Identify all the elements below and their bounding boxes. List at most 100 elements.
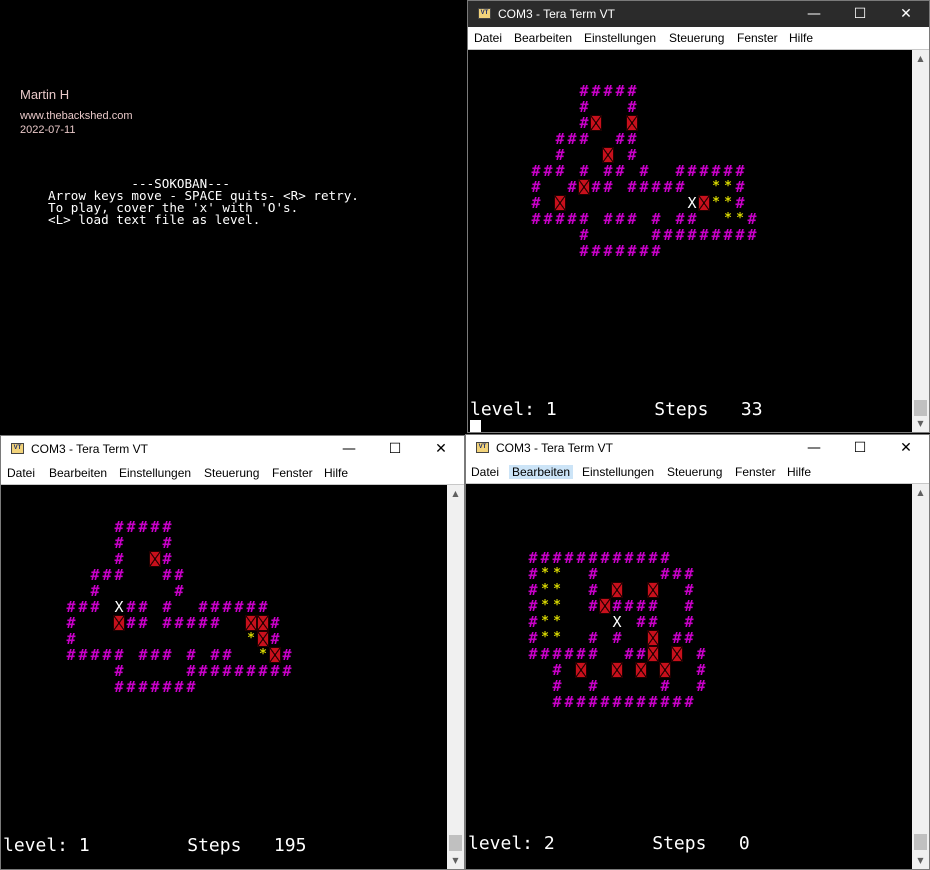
- wall-tile: #: [663, 178, 673, 196]
- minimize-button[interactable]: —: [326, 436, 372, 462]
- menu-einstellungen[interactable]: Einstellungen: [584, 31, 656, 45]
- scroll-up-arrow-icon[interactable]: ▲: [912, 484, 929, 501]
- menu-bearbeiten[interactable]: Bearbeiten: [509, 465, 574, 479]
- menu-hilfe[interactable]: Hilfe: [324, 466, 348, 480]
- wall-tile: #: [567, 178, 577, 196]
- wall-tile: #: [579, 82, 589, 100]
- wall-tile: #: [687, 210, 697, 228]
- wall-tile: #: [222, 662, 232, 680]
- terminal-screen[interactable]: # # # # # # # # # # # # # # # # # # # X # # # # # # # # #…: [1, 485, 447, 869]
- wall-tile: #: [696, 645, 706, 663]
- crate-tile: [245, 615, 257, 631]
- wall-tile: #: [579, 226, 589, 244]
- menu-fenster[interactable]: Fenster: [737, 31, 778, 45]
- vertical-scrollbar[interactable]: ▲ ▼: [447, 485, 464, 869]
- wall-tile: #: [555, 146, 565, 164]
- goal-tile: *: [541, 630, 549, 645]
- minimize-button[interactable]: —: [791, 1, 837, 27]
- floor-tile: [554, 99, 566, 115]
- goal-tile: *: [553, 598, 561, 613]
- status-line: level: 1 Steps 33: [470, 399, 763, 420]
- text-cursor: [470, 420, 481, 432]
- floor-tile: [137, 551, 149, 567]
- title-bar[interactable]: VT COM3 - Tera Term VT — ☐ ✕: [1, 436, 464, 462]
- scroll-down-arrow-icon[interactable]: ▼: [447, 852, 464, 869]
- wall-tile: #: [672, 629, 682, 647]
- menu-fenster[interactable]: Fenster: [272, 466, 313, 480]
- wall-tile: #: [588, 677, 598, 695]
- close-button[interactable]: ✕: [418, 436, 464, 462]
- wall-tile: #: [639, 242, 649, 260]
- floor-tile: [554, 227, 566, 243]
- terminal-screen[interactable]: # # # # # # # # # # # # # # # # # # # # # # # # # # # # #…: [468, 50, 912, 432]
- wall-tile: #: [588, 597, 598, 615]
- wall-tile: #: [210, 662, 220, 680]
- wall-tile: #: [711, 162, 721, 180]
- floor-tile: [77, 583, 89, 599]
- menu-datei[interactable]: Datei: [474, 31, 502, 45]
- maximize-button[interactable]: ☐: [837, 1, 883, 27]
- menu-steuerung[interactable]: Steuerung: [669, 31, 724, 45]
- crate-tile: [611, 582, 623, 598]
- close-button[interactable]: ✕: [883, 435, 929, 461]
- crate-tile: [671, 646, 683, 662]
- floor-tile: [503, 582, 515, 598]
- teraterm-window-level1-a[interactable]: VT COM3 - Tera Term VT — ☐ ✕ Datei Bearb…: [467, 0, 930, 433]
- scroll-down-arrow-icon[interactable]: ▼: [912, 415, 929, 432]
- maze-row: # * * # # # # # #: [503, 598, 707, 614]
- menu-steuerung[interactable]: Steuerung: [204, 466, 259, 480]
- floor-tile: [65, 583, 77, 599]
- wall-tile: #: [174, 678, 184, 696]
- menu-einstellungen[interactable]: Einstellungen: [119, 466, 191, 480]
- floor-tile: [575, 582, 587, 598]
- menu-datei[interactable]: Datei: [7, 466, 35, 480]
- floor-tile: [149, 631, 161, 647]
- minimize-button[interactable]: —: [791, 435, 837, 461]
- floor-tile: [515, 694, 527, 710]
- wall-tile: #: [552, 645, 562, 663]
- terminal-screen[interactable]: # # # # # # # # # # # # # * * # # # # # * * # # # * * # # # # #…: [466, 484, 912, 869]
- menu-steuerung[interactable]: Steuerung: [667, 465, 722, 479]
- wall-tile: #: [150, 518, 160, 536]
- menu-einstellungen[interactable]: Einstellungen: [582, 465, 654, 479]
- vertical-scrollbar[interactable]: ▲ ▼: [912, 50, 929, 432]
- scroll-thumb[interactable]: [914, 834, 927, 850]
- floor-tile: [635, 566, 647, 582]
- wall-tile: #: [552, 693, 562, 711]
- floor-tile: [542, 227, 554, 243]
- menu-bearbeiten[interactable]: Bearbeiten: [49, 466, 107, 480]
- wall-tile: #: [639, 162, 649, 180]
- floor-tile: [599, 582, 611, 598]
- wall-tile: #: [552, 661, 562, 679]
- floor-tile: [599, 614, 611, 630]
- wall-tile: #: [90, 582, 100, 600]
- maximize-button[interactable]: ☐: [372, 436, 418, 462]
- floor-tile: [611, 646, 623, 662]
- vertical-scrollbar[interactable]: ▲ ▼: [912, 484, 929, 869]
- wall-tile: #: [540, 549, 550, 567]
- title-bar[interactable]: VT COM3 - Tera Term VT — ☐ ✕: [468, 1, 929, 27]
- scroll-up-arrow-icon[interactable]: ▲: [912, 50, 929, 67]
- floor-tile: [89, 535, 101, 551]
- menu-hilfe[interactable]: Hilfe: [787, 465, 811, 479]
- instruction-line: <L> load text file as level.: [48, 212, 261, 227]
- scroll-up-arrow-icon[interactable]: ▲: [447, 485, 464, 502]
- scroll-down-arrow-icon[interactable]: ▼: [912, 852, 929, 869]
- wall-tile: #: [552, 677, 562, 695]
- wall-tile: #: [138, 518, 148, 536]
- menu-bearbeiten[interactable]: Bearbeiten: [514, 31, 572, 45]
- close-button[interactable]: ✕: [883, 1, 929, 27]
- wall-tile: #: [90, 598, 100, 616]
- window-title: COM3 - Tera Term VT: [496, 441, 613, 455]
- scroll-thumb[interactable]: [914, 400, 927, 416]
- scroll-thumb[interactable]: [449, 835, 462, 851]
- menu-datei[interactable]: Datei: [471, 465, 499, 479]
- teraterm-window-level1-b[interactable]: VT COM3 - Tera Term VT — ☐ ✕ Datei Bearb…: [0, 435, 465, 870]
- menu-hilfe[interactable]: Hilfe: [789, 31, 813, 45]
- floor-tile: [566, 227, 578, 243]
- teraterm-window-level2[interactable]: VT COM3 - Tera Term VT — ☐ ✕ Datei Bearb…: [465, 434, 930, 870]
- maximize-button[interactable]: ☐: [837, 435, 883, 461]
- title-bar[interactable]: VT COM3 - Tera Term VT — ☐ ✕: [466, 435, 929, 461]
- floor-tile: [89, 551, 101, 567]
- menu-fenster[interactable]: Fenster: [735, 465, 776, 479]
